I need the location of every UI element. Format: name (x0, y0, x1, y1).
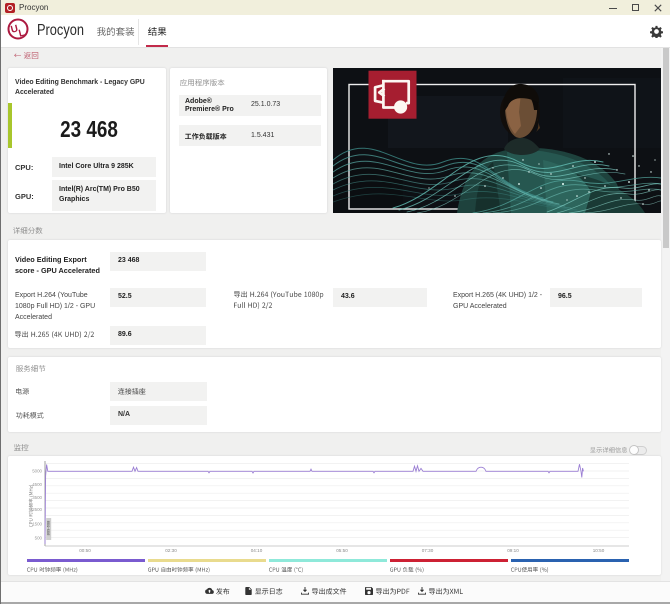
svg-text:500: 500 (35, 536, 43, 541)
svg-text:3500: 3500 (32, 495, 42, 500)
svg-text:02:30: 02:30 (165, 548, 177, 553)
svg-text:10:50: 10:50 (593, 548, 605, 553)
svg-text:4500: 4500 (32, 482, 42, 487)
svg-text:1500: 1500 (32, 522, 42, 527)
svg-text:00:50: 00:50 (79, 548, 91, 553)
svg-text:04:10: 04:10 (251, 548, 263, 553)
svg-text:L: L (18, 28, 27, 40)
svg-text:809-608: 809-608 (45, 520, 50, 535)
svg-text:07:30: 07:30 (422, 548, 434, 553)
svg-text:5000: 5000 (32, 469, 42, 474)
svg-text:2500: 2500 (32, 507, 42, 512)
svg-text:05:50: 05:50 (336, 548, 348, 553)
svg-text:09:10: 09:10 (507, 548, 519, 553)
